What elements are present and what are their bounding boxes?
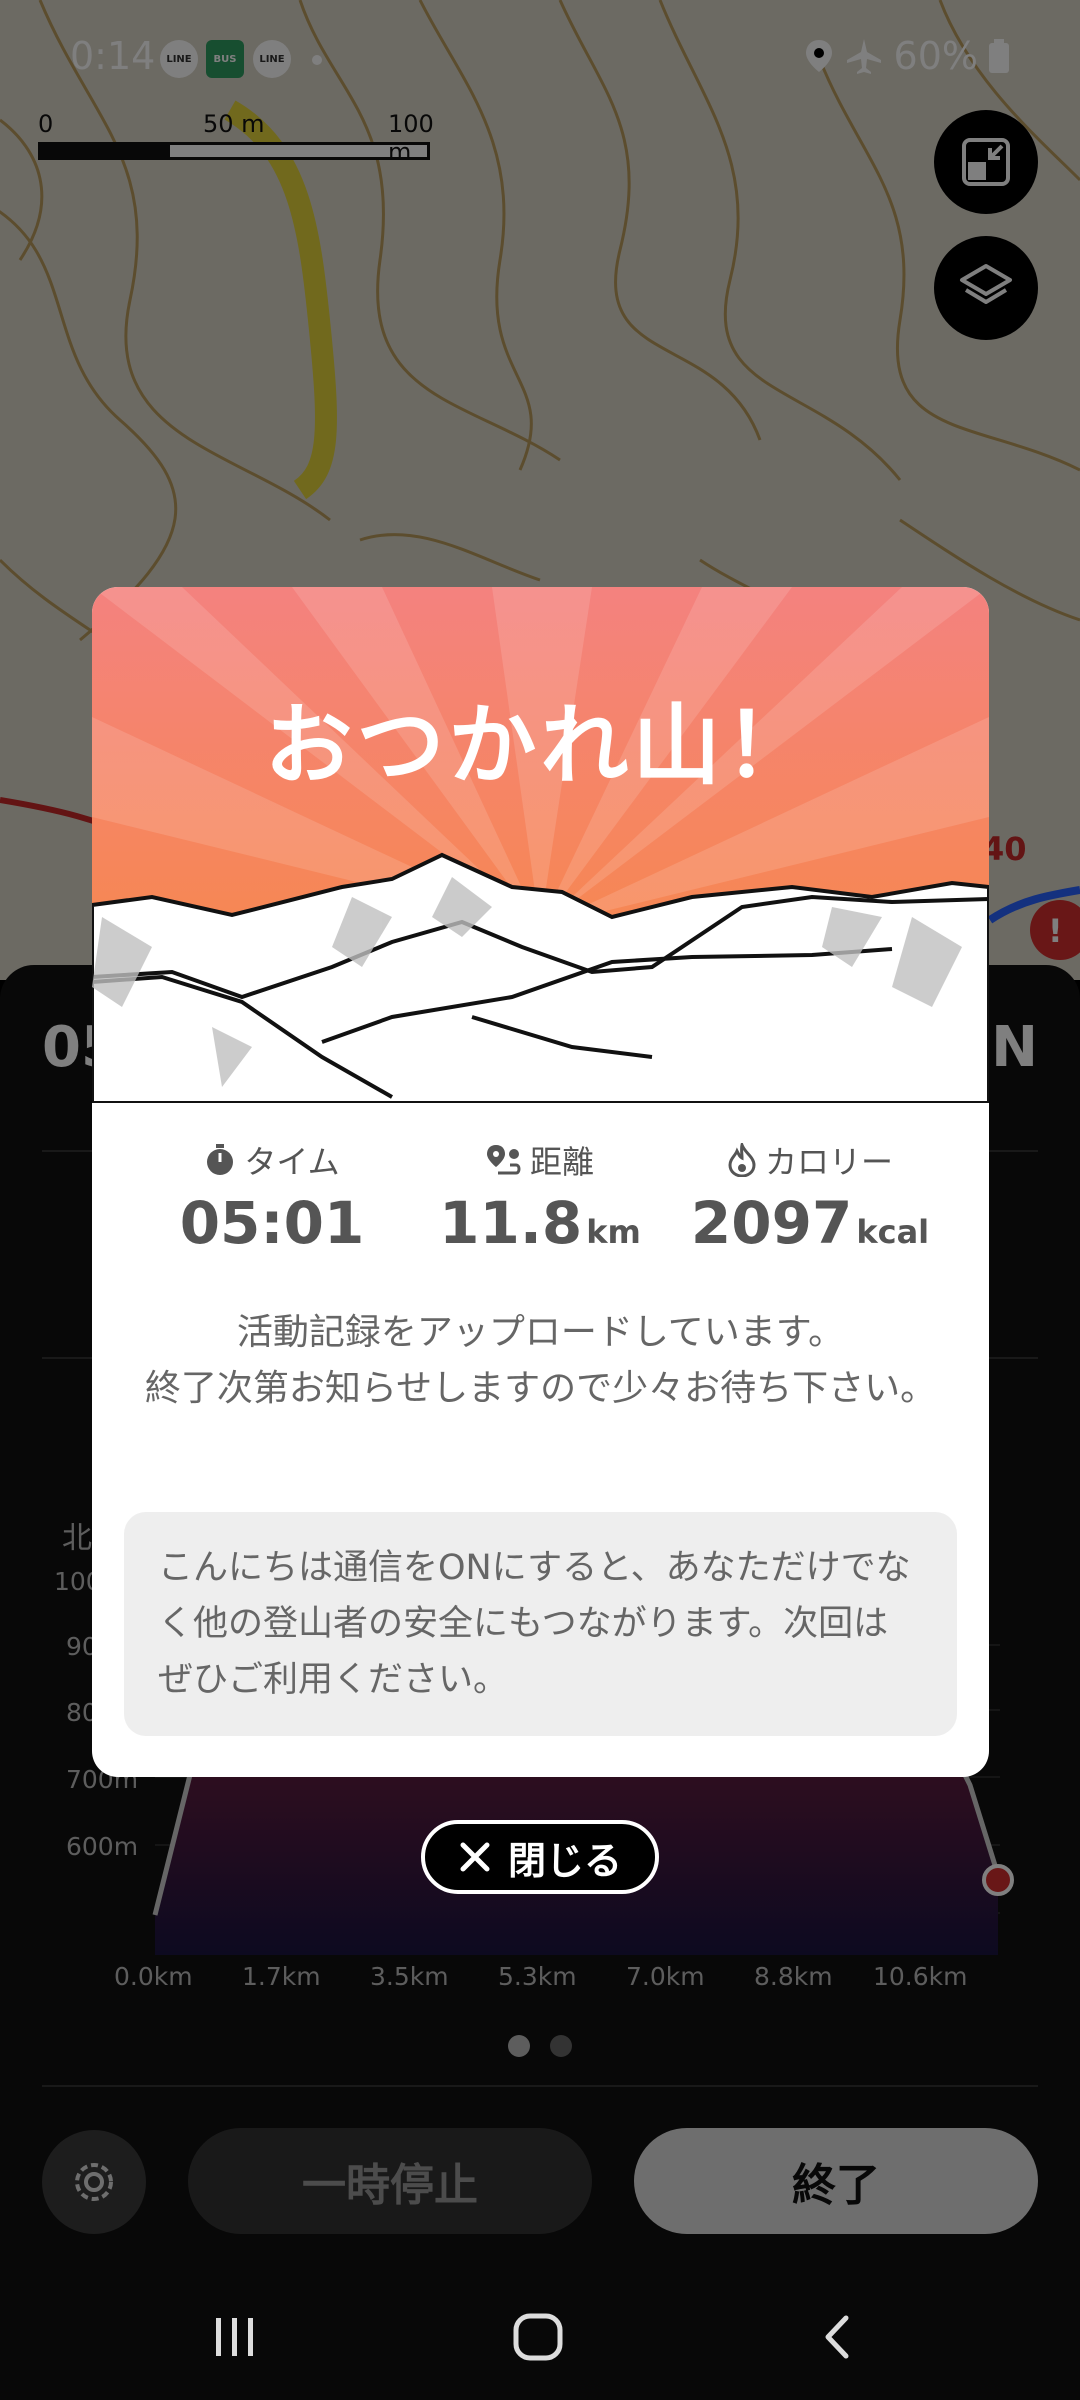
stat-calories-unit: kcal [856,1213,930,1251]
close-label: 閉じる [507,1838,622,1883]
upload-message: 活動記録をアップロードしています。 終了次第お知らせしますので少々お待ち下さい。 [132,1305,949,1417]
stopwatch-icon [207,1144,234,1175]
stat-time-label: タイム [244,1143,340,1181]
close-dialog-button[interactable]: 閉じる [421,1820,659,1894]
stat-distance-label: 距離 [529,1143,594,1181]
upload-message-line: 活動記録をアップロードしています。 [236,1312,845,1353]
stat-distance-value: 11.8 [439,1189,583,1257]
stat-time-value: 05:01 [179,1189,365,1257]
upload-message-line: 終了次第お知らせしますので少々お待ち下さい。 [144,1368,937,1409]
home-icon[interactable] [512,2312,566,2362]
back-icon[interactable] [818,2312,858,2362]
stat-calories-value: 2097 [690,1189,853,1257]
stat-calories: カロリー 2097 kcal [680,1139,940,1257]
close-icon [460,1842,490,1872]
stat-distance: 距離 11.8 km [410,1139,670,1257]
recent-apps-icon[interactable] [210,2312,260,2362]
activity-stats: タイム 05:01 距離 11.8 km カロリー 2097 kcal [92,1139,989,1279]
dialog-title: おつかれ山！ [264,694,817,797]
hero-banner: おつかれ山！ [92,587,989,1103]
connection-notice: こんにちは通信をONにすると、あなただけでなく他の登山者の安全にもつながります。… [124,1512,957,1736]
route-pin-icon [486,1145,521,1175]
stat-time: タイム 05:01 [142,1139,402,1257]
mountain-illustration [92,587,989,1103]
summit-complete-dialog: おつかれ山！ タイム 05:01 距離 11.8 km カロリー 2097 kcal [92,587,989,1777]
stat-distance-unit: km [586,1213,641,1251]
flame-icon [728,1143,756,1177]
system-nav-bar [0,2290,1080,2400]
stat-calories-label: カロリー [764,1143,893,1181]
